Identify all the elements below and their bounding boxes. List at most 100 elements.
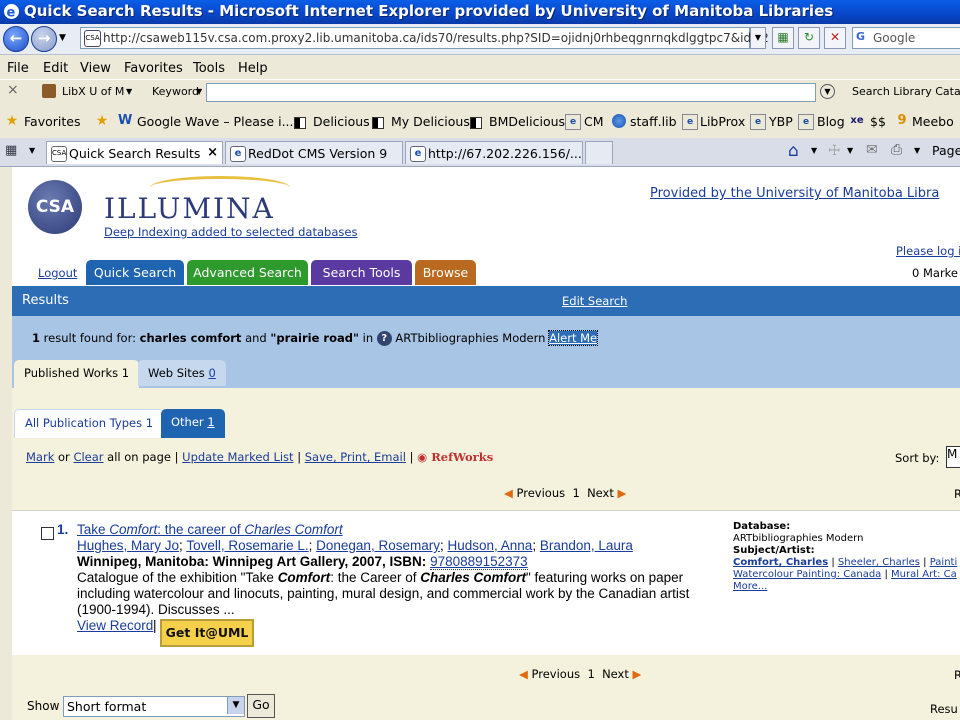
tab-all-publication-types[interactable]: All Publication Types 1 [14,409,165,438]
author-link[interactable]: Hudson, Anna [447,538,532,553]
previous-link[interactable]: Previous [532,667,581,681]
back-button[interactable]: ← [3,26,29,52]
fav-money[interactable]: $$ [870,114,886,129]
close-toolbar-icon[interactable]: × [7,82,19,98]
feeds-dropdown-icon[interactable]: ▼ [847,146,853,155]
add-favorite-icon[interactable]: ★ [95,114,109,128]
previous-link[interactable]: Previous [517,486,566,500]
history-dropdown-icon[interactable]: ▼ [59,33,66,43]
next-link[interactable]: Next [587,486,614,500]
subject-link[interactable]: Watercolour Painting: Canada [733,569,881,580]
view-record-link[interactable]: View Record [77,618,153,633]
refresh-icon[interactable]: ↻ [798,27,820,49]
libx-dropdown-icon[interactable]: ▼ [126,87,132,96]
fav-cm[interactable]: CM [584,114,604,129]
save-print-email-link[interactable]: Save, Print, Email [305,450,406,464]
fav-bmdelicious[interactable]: BMDelicious [489,114,565,129]
favorites-button[interactable]: Favorites [24,114,80,129]
menu-favorites[interactable]: Favorites [124,61,183,76]
fav-blog[interactable]: Blog [817,114,845,129]
tab-list-dropdown-icon[interactable]: ▼ [29,146,35,155]
previous-arrow-icon[interactable]: ◀ [504,486,513,500]
browser-tab-quick-search[interactable]: CSA Quick Search Results × [46,141,223,164]
previous-arrow-icon[interactable]: ◀ [519,667,528,681]
print-dropdown-icon[interactable]: ▼ [914,146,920,155]
isbn-link[interactable]: 9780889152373 [430,554,528,570]
libx-keyword-select[interactable]: Keyword [152,85,199,98]
mark-link[interactable]: Mark [26,450,54,464]
new-tab-button[interactable] [585,141,613,164]
home-dropdown-icon[interactable]: ▼ [811,146,817,155]
compatibility-icon[interactable]: ▦ [772,27,794,49]
tab-web-sites[interactable]: Web Sites 0 [138,360,226,386]
google-search-input[interactable]: G Google [852,27,960,49]
subject-link[interactable]: Comfort, Charles [733,557,828,568]
feeds-icon[interactable]: ☩ [828,143,841,159]
update-marked-list-link[interactable]: Update Marked List [182,450,293,464]
next-arrow-icon[interactable]: ▶ [633,667,642,681]
display-format-select[interactable]: Short format ▼ [63,696,245,717]
dropdown-arrow-icon[interactable]: ▼ [227,697,244,714]
alert-me-link[interactable]: Alert Me [548,330,599,346]
fav-staff-lib[interactable]: staff.lib [630,114,677,129]
provided-by-link[interactable]: Provided by the University of Manitoba L… [650,186,939,201]
subject-link[interactable]: Mural Art: Ca [891,569,957,580]
print-icon[interactable]: ⎙ [891,142,902,158]
libx-search-catalog[interactable]: Search Library Catalog [852,85,960,98]
deep-indexing-link[interactable]: Deep Indexing added to selected database… [104,225,357,239]
fav-libprox[interactable]: LibProx [700,114,745,129]
other-count[interactable]: 1 [207,415,214,429]
edit-search-link[interactable]: Edit Search [562,294,627,308]
tab-other[interactable]: Other 1 [161,409,225,438]
refworks-link[interactable]: ◉ RefWorks [417,450,493,464]
quick-tabs-icon[interactable]: ▦ [5,143,23,159]
tab-advanced-search[interactable]: Advanced Search [187,260,308,285]
author-link[interactable]: Donegan, Rosemary [316,538,440,553]
fav-meebo[interactable]: Meebo [912,114,954,129]
menu-tools[interactable]: Tools [193,61,225,76]
libx-search-options-icon[interactable]: ▼ [820,84,835,99]
logout-link[interactable]: Logout [38,266,77,280]
tab-published-works[interactable]: Published Works 1 [14,360,140,388]
fav-google-wave[interactable]: Google Wave – Please i... [137,114,294,129]
tab-quick-search[interactable]: Quick Search [86,260,184,285]
browser-tab-ip[interactable]: e http://67.202.226.156/... [405,141,583,164]
address-dropdown-icon[interactable]: ▼ [750,27,766,49]
clear-link[interactable]: Clear [73,450,103,464]
fav-my-delicious[interactable]: My Delicious [391,114,470,129]
author-link[interactable]: Brandon, Laura [540,538,633,553]
menu-help[interactable]: Help [238,61,268,76]
web-sites-count[interactable]: 0 [208,366,215,380]
get-it-uml-button[interactable]: Get It@UML [160,619,254,647]
author-link[interactable]: Tovell, Rosemarie L. [186,538,308,553]
mail-icon[interactable]: ✉ [866,142,878,158]
libx-name[interactable]: LibX U of M [62,85,124,98]
author-link[interactable]: Hughes, Mary Jo [77,538,179,553]
home-icon[interactable]: ⌂ [788,141,799,161]
browser-tab-reddot[interactable]: e RedDot CMS Version 9 [225,141,403,164]
menu-edit[interactable]: Edit [43,61,68,76]
tab-search-tools[interactable]: Search Tools [311,260,412,285]
menu-view[interactable]: View [80,61,111,76]
forward-button[interactable]: → [31,26,57,52]
stop-icon[interactable]: ✕ [824,27,846,49]
subject-link[interactable]: Painti [930,557,958,568]
close-tab-icon[interactable]: × [207,145,218,160]
page-menu[interactable]: Page [932,143,960,158]
go-button[interactable]: Go [247,694,275,718]
tab-browse[interactable]: Browse [415,260,476,285]
menu-file[interactable]: File [7,61,29,76]
help-icon[interactable]: ? [376,331,392,346]
libx-keyword-input[interactable] [206,83,816,102]
next-arrow-icon[interactable]: ▶ [618,486,627,500]
please-log-in-link[interactable]: Please log i [896,244,960,258]
mark-record-checkbox[interactable] [41,527,54,540]
keyword-dropdown-icon[interactable]: ▼ [196,87,202,96]
next-link[interactable]: Next [602,667,629,681]
subject-link[interactable]: Sheeler, Charles [838,557,920,568]
address-bar[interactable]: CSA http://csaweb115v.csa.com.proxy2.lib… [80,27,769,49]
record-title-link[interactable]: Take Comfort: the career of Charles Comf… [77,522,343,537]
fav-ybp[interactable]: YBP [769,114,793,129]
fav-delicious[interactable]: Delicious [313,114,370,129]
sort-select[interactable]: M [946,446,960,468]
